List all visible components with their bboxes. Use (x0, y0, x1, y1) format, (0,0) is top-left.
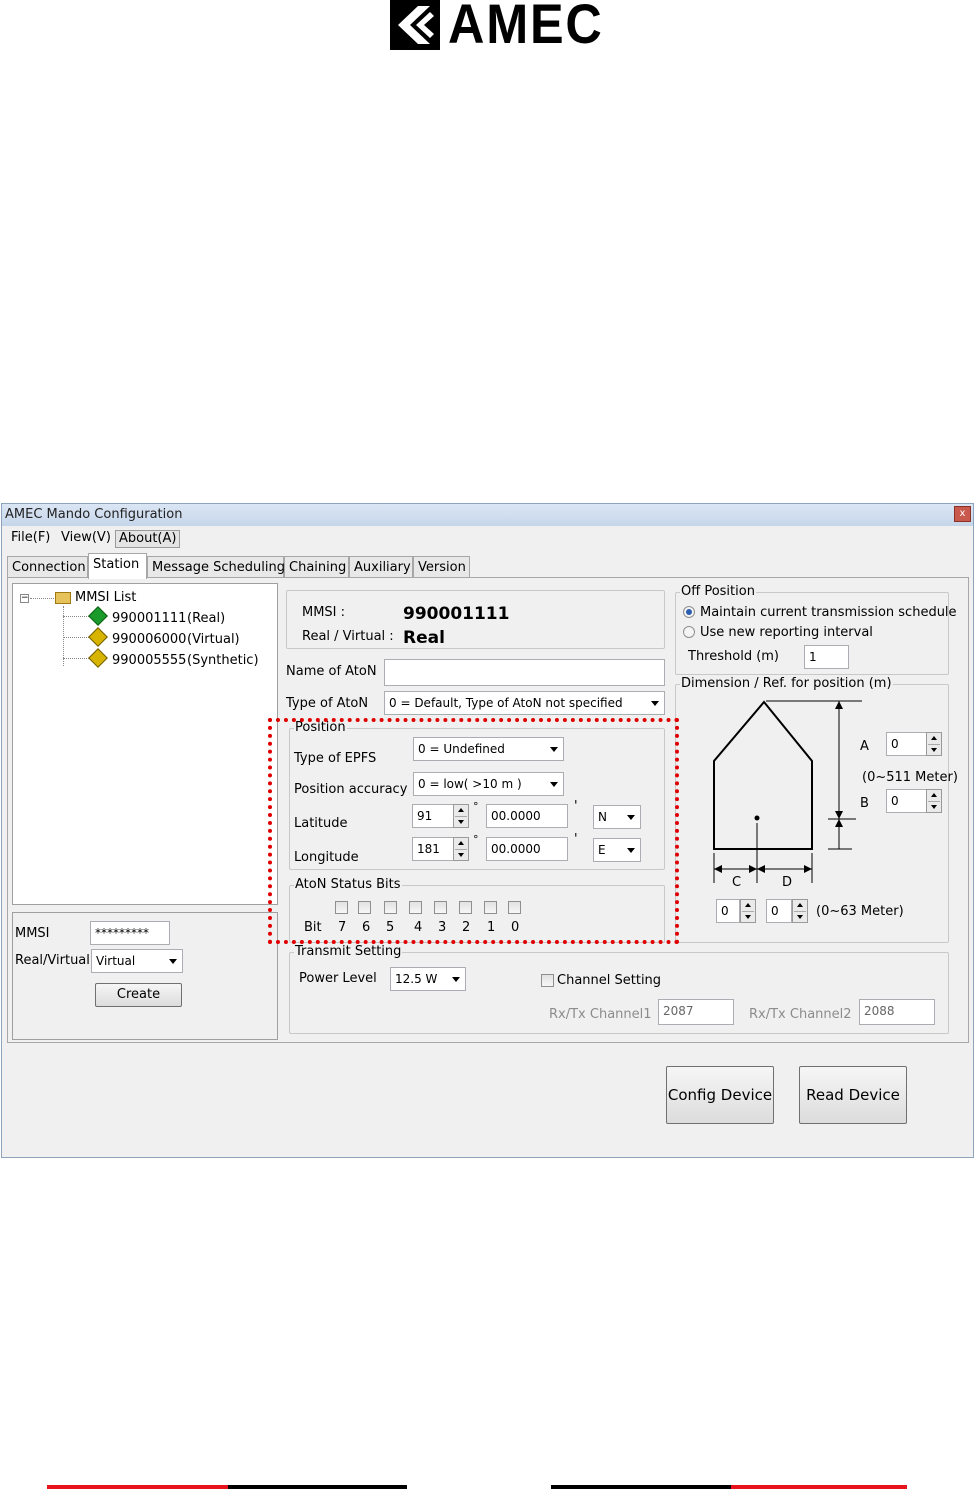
channel1-field[interactable]: 2087 (658, 999, 734, 1025)
dim-b-spinner[interactable] (926, 789, 942, 813)
info-rv-value: Real (403, 628, 445, 648)
window-titlebar: AMEC Mando Configuration x (2, 504, 973, 526)
dim-c-spinner[interactable] (740, 899, 756, 923)
channel2-label: Rx/Tx Channel2 (749, 1007, 852, 1022)
tree-item-kind: (Synthetic) (187, 653, 259, 668)
dimension-group: Dimension / Ref. for position (m) A 0 (0… (675, 677, 958, 943)
maintain-schedule-radio[interactable] (683, 606, 695, 618)
name-of-aton-field[interactable] (384, 659, 665, 686)
channel-setting-checkbox[interactable] (541, 974, 554, 987)
amec-logo: AMEC (390, 0, 602, 54)
dim-a-field[interactable]: 0 (886, 732, 928, 756)
chevron-down-icon (452, 977, 460, 982)
tree-item-kind: (Real) (187, 611, 226, 626)
mmsi-tree[interactable]: − MMSI List 990001111 (Real) 990006000 (… (12, 583, 278, 905)
tab-chaining[interactable]: Chaining (284, 556, 349, 579)
mmsi-field-label: MMSI (15, 926, 50, 941)
dim-c-field[interactable]: 0 (716, 899, 740, 923)
footer-line-red-right (731, 1485, 907, 1489)
dim-cd-range: (0~63 Meter) (816, 904, 904, 919)
chevron-down-icon (651, 701, 659, 706)
tab-station[interactable]: Station (88, 553, 147, 579)
info-mmsi-label: MMSI : (302, 605, 346, 620)
threshold-label: Threshold (m) (688, 649, 780, 664)
maintain-schedule-label: Maintain current transmission schedule (700, 605, 957, 620)
real-station-icon (88, 606, 108, 626)
dim-b-field[interactable]: 0 (886, 789, 928, 813)
amec-logo-mark-icon (390, 0, 440, 50)
tree-item-kind: (Virtual) (187, 632, 240, 647)
tab-connection[interactable]: Connection (7, 556, 88, 579)
type-of-aton-label: Type of AtoN (286, 696, 369, 711)
config-device-button[interactable]: Config Device (666, 1066, 774, 1124)
dim-c-label: C (732, 875, 742, 890)
highlight-annotation (268, 718, 679, 944)
menu-bar: File(F) View(V) About(A) (5, 528, 971, 548)
mmsi-field[interactable]: ********* (90, 921, 170, 945)
collapse-icon[interactable]: − (20, 594, 29, 603)
tree-item-mmsi[interactable]: 990001111 (112, 611, 186, 627)
new-interval-radio[interactable] (683, 626, 695, 638)
footer-line-black-left (228, 1485, 407, 1489)
info-mmsi-value: 990001111 (403, 604, 510, 624)
dim-a-spinner[interactable] (926, 732, 942, 756)
info-rv-label: Real / Virtual : (302, 629, 394, 644)
synthetic-station-icon (88, 648, 108, 668)
name-of-aton-label: Name of AtoN (286, 664, 377, 679)
close-icon[interactable]: x (954, 506, 971, 522)
menu-view[interactable]: View(V) (58, 530, 114, 546)
dim-d-field[interactable]: 0 (766, 899, 792, 923)
power-level-value: 12.5 W (395, 972, 438, 986)
new-interval-label: Use new reporting interval (700, 625, 873, 640)
off-position-group: Off Position Maintain current transmissi… (675, 585, 957, 675)
realvirtual-select[interactable]: Virtual (91, 949, 183, 973)
create-station-panel: MMSI ********* Real/Virtual Virtual Crea… (12, 912, 278, 1040)
tab-auxiliary[interactable]: Auxiliary (349, 556, 413, 579)
tree-root-label[interactable]: MMSI List (75, 590, 136, 606)
threshold-field[interactable]: 1 (804, 645, 849, 669)
dim-b-label: B (860, 796, 869, 811)
dim-d-spinner[interactable] (792, 899, 808, 923)
dim-a-label: A (860, 739, 869, 754)
menu-file[interactable]: File(F) (8, 530, 53, 546)
realvirtual-label: Real/Virtual (15, 953, 90, 968)
amec-logo-text: AMEC (448, 0, 604, 55)
tree-item-mmsi[interactable]: 990005555 (112, 653, 186, 669)
channel2-field[interactable]: 2088 (859, 999, 935, 1025)
tab-message-scheduling[interactable]: Message Scheduling (147, 556, 285, 579)
window-title: AMEC Mando Configuration (5, 507, 183, 522)
type-of-aton-select[interactable]: 0 = Default, Type of AtoN not specified (384, 691, 665, 715)
realvirtual-select-value: Virtual (96, 954, 136, 968)
channel-setting-label: Channel Setting (557, 973, 662, 988)
footer-line-red-left (47, 1485, 228, 1489)
dim-ab-range: (0~511 Meter) (862, 770, 958, 785)
footer-line-black-right (551, 1485, 731, 1489)
menu-about[interactable]: About(A) (115, 530, 181, 548)
transmit-setting-group: Transmit Setting Power Level 12.5 W Chan… (289, 945, 949, 1034)
transmit-setting-legend: Transmit Setting (294, 944, 403, 959)
virtual-station-icon (88, 627, 108, 647)
off-position-legend: Off Position (680, 584, 756, 599)
tab-version[interactable]: Version (413, 556, 470, 579)
station-info-box: MMSI : 990001111 Real / Virtual : Real (286, 590, 665, 649)
read-device-button[interactable]: Read Device (799, 1066, 907, 1124)
tree-item-mmsi[interactable]: 990006000 (112, 632, 186, 648)
channel1-label: Rx/Tx Channel1 (549, 1007, 652, 1022)
create-button[interactable]: Create (95, 983, 182, 1007)
folder-icon (55, 592, 71, 604)
dim-d-label: D (782, 875, 793, 890)
power-level-label: Power Level (299, 971, 377, 986)
type-of-aton-value: 0 = Default, Type of AtoN not specified (389, 696, 623, 710)
power-level-select[interactable]: 12.5 W (390, 967, 466, 991)
chevron-down-icon (169, 959, 177, 964)
